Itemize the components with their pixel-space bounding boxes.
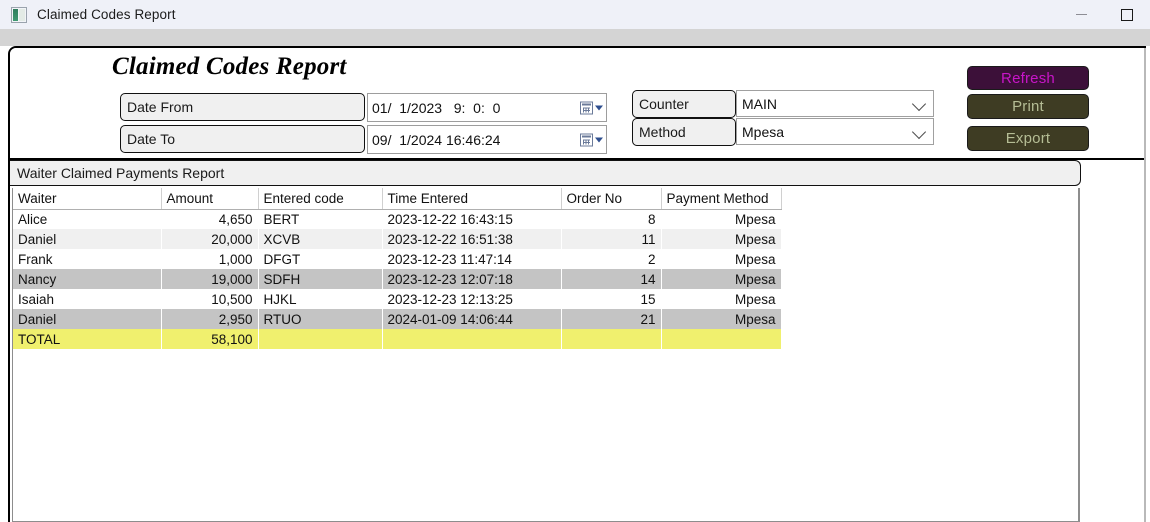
total-cell-order-no xyxy=(561,329,661,349)
maximize-icon xyxy=(1121,8,1133,21)
date-to-label: Date To xyxy=(120,125,365,153)
chevron-down-icon xyxy=(911,96,927,111)
report-data-grid[interactable]: Waiter Amount Entered code Time Entered … xyxy=(12,188,1080,522)
table-total-row[interactable]: TOTAL 58,100 xyxy=(13,329,781,349)
counter-value: MAIN xyxy=(742,95,777,112)
cell-waiter: Frank xyxy=(18,251,53,267)
grid-right-divider xyxy=(1078,188,1079,522)
cell-waiter: Isaiah xyxy=(18,291,55,307)
table-row[interactable]: Frank 1,000 DFGT 2023-12-23 11:47:14 2 Mpesa xyxy=(13,249,781,269)
table-row[interactable]: Alice 4,650 BERT 2023-12-22 16:43:15 8 Mpesa xyxy=(13,209,781,229)
cell-amount: 10,500 xyxy=(211,291,253,307)
cell-time-entered: 2024-01-09 14:06:44 xyxy=(382,309,561,329)
cell-amount: 2,950 xyxy=(161,309,258,329)
cell-waiter: Daniel xyxy=(13,309,161,329)
cell-time-entered: 2023-12-22 16:43:15 xyxy=(387,211,513,227)
total-cell-time-entered xyxy=(382,329,561,349)
column-header-time-entered[interactable]: Time Entered xyxy=(382,188,562,210)
cell-amount: 4,650 xyxy=(218,211,253,227)
window-controls xyxy=(1058,0,1150,29)
cell-entered-code: XCVB xyxy=(258,229,382,249)
cell-waiter: Alice xyxy=(18,211,48,227)
cell-order-no: 14 xyxy=(561,269,661,289)
cell-entered-code: DFGT xyxy=(263,251,301,267)
cell-entered-code: SDFH xyxy=(258,269,382,289)
app-icon xyxy=(11,6,27,23)
date-from-value: 01/ 1/2023 9: 0: 0 xyxy=(372,99,501,116)
cell-payment-method: Mpesa xyxy=(734,251,776,267)
cell-waiter: Daniel xyxy=(13,229,161,249)
total-cell-waiter: TOTAL xyxy=(13,329,161,349)
column-header-entered-code[interactable]: Entered code xyxy=(258,188,383,210)
minimize-icon xyxy=(1075,14,1087,15)
column-header-order-no[interactable]: Order No xyxy=(561,188,662,210)
counter-select[interactable]: MAIN xyxy=(736,90,934,117)
export-button[interactable]: Export xyxy=(967,126,1089,151)
date-to-dropdown-button[interactable] xyxy=(580,133,603,146)
column-header-waiter[interactable]: Waiter xyxy=(13,188,162,210)
report-section-title: Waiter Claimed Payments Report xyxy=(10,160,1081,186)
cell-waiter: Nancy xyxy=(13,269,161,289)
cell-payment-method: Mpesa xyxy=(734,291,776,307)
cell-amount: 1,000 xyxy=(218,251,253,267)
minimize-button[interactable] xyxy=(1058,0,1104,29)
cell-entered-code: BERT xyxy=(263,211,300,227)
method-label: Method xyxy=(632,118,736,146)
column-header-payment-method[interactable]: Payment Method xyxy=(661,188,782,210)
cell-amount: 19,000 xyxy=(161,269,258,289)
cell-time-entered: 2023-12-23 12:13:25 xyxy=(387,291,513,307)
filter-toolbar: Claimed Codes Report Date From 01/ 1/202… xyxy=(10,48,1146,160)
cell-time-entered: 2023-12-22 16:51:38 xyxy=(382,229,561,249)
cell-entered-code: HJKL xyxy=(263,291,297,307)
cell-order-no: 2 xyxy=(647,251,656,267)
counter-label: Counter xyxy=(632,90,736,118)
total-cell-amount: 58,100 xyxy=(161,329,258,349)
table-row[interactable]: Daniel 20,000 XCVB 2023-12-22 16:51:38 11 Mpe… xyxy=(13,229,781,249)
cell-order-no: 15 xyxy=(640,291,656,307)
table-row[interactable]: Nancy 19,000 SDFH 2023-12-23 12:07:18 14 Mpes… xyxy=(13,269,781,289)
window-chrome-strip xyxy=(0,29,1150,46)
date-from-dropdown-button[interactable] xyxy=(580,101,603,114)
table-row[interactable]: Isaiah 10,500 HJKL 2023-12-23 12:13:25 15 Mpe… xyxy=(13,289,781,309)
cell-payment-method: Mpesa xyxy=(661,309,781,329)
print-button[interactable]: Print xyxy=(967,94,1089,119)
maximize-button[interactable] xyxy=(1104,0,1150,29)
cell-time-entered: 2023-12-23 11:47:14 xyxy=(387,251,512,267)
chevron-down-icon xyxy=(595,137,603,142)
cell-order-no: 11 xyxy=(561,229,661,249)
date-to-value: 09/ 1/2024 16:46:24 xyxy=(372,131,501,148)
report-table: Waiter Amount Entered code Time Entered … xyxy=(13,188,782,349)
column-header-amount[interactable]: Amount xyxy=(161,188,259,210)
date-from-input[interactable]: 01/ 1/2023 9: 0: 0 xyxy=(367,93,607,122)
chevron-down-icon xyxy=(595,105,603,110)
table-header-row: Waiter Amount Entered code Time Entered … xyxy=(13,188,782,210)
window-title: Claimed Codes Report xyxy=(37,7,176,22)
total-cell-payment-method xyxy=(661,329,781,349)
date-to-input[interactable]: 09/ 1/2024 16:46:24 xyxy=(367,125,607,154)
page-title: Claimed Codes Report xyxy=(112,53,347,80)
method-value: Mpesa xyxy=(742,123,785,140)
table-body: Alice 4,650 BERT 2023-12-22 16:43:15 8 Mpesa D… xyxy=(13,209,781,349)
chevron-down-icon xyxy=(911,124,927,139)
calendar-icon xyxy=(580,101,593,114)
cell-payment-method: Mpesa xyxy=(734,211,776,227)
cell-payment-method: Mpesa xyxy=(661,229,781,249)
window-titlebar: Claimed Codes Report xyxy=(0,0,1150,29)
cell-order-no: 8 xyxy=(647,211,656,227)
cell-amount: 20,000 xyxy=(161,229,258,249)
total-cell-entered-code xyxy=(258,329,382,349)
cell-order-no: 21 xyxy=(561,309,661,329)
refresh-button[interactable]: Refresh xyxy=(967,66,1089,90)
frame-right-edge xyxy=(1144,48,1146,522)
cell-payment-method: Mpesa xyxy=(661,269,781,289)
cell-time-entered: 2023-12-23 12:07:18 xyxy=(382,269,561,289)
date-from-label: Date From xyxy=(120,93,365,121)
calendar-icon xyxy=(580,133,593,146)
method-select[interactable]: Mpesa xyxy=(736,118,934,145)
application-frame: Claimed Codes Report Date From 01/ 1/202… xyxy=(8,46,1146,522)
table-row[interactable]: Daniel 2,950 RTUO 2024-01-09 14:06:44 21 Mpes… xyxy=(13,309,781,329)
cell-entered-code: RTUO xyxy=(258,309,382,329)
